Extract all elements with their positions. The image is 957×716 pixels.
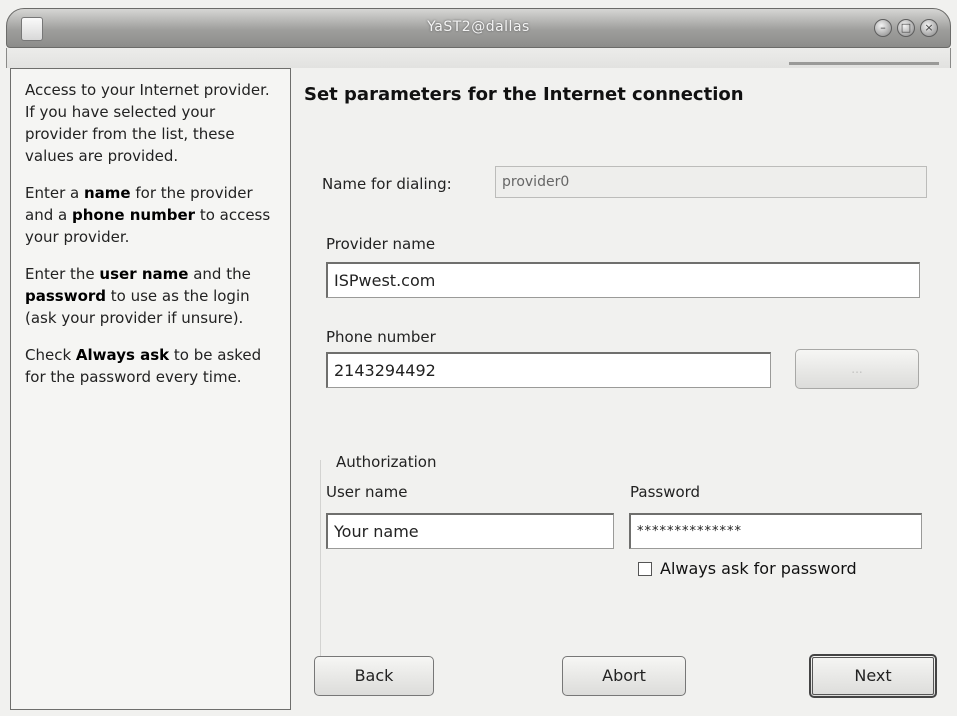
always-ask-label[interactable]: Always ask for password bbox=[660, 559, 857, 578]
help-text: Enter the bbox=[25, 265, 100, 283]
help-panel: Access to your Internet provider. If you… bbox=[10, 68, 291, 710]
phone-options-button[interactable]: ... bbox=[795, 349, 919, 389]
always-ask-checkbox[interactable] bbox=[638, 561, 652, 576]
help-paragraph: Enter the user name and the password to … bbox=[25, 263, 276, 329]
authorization-title: Authorization bbox=[336, 453, 437, 471]
help-keyword: user name bbox=[99, 265, 189, 283]
help-paragraph: Check Always ask to be asked for the pas… bbox=[25, 344, 276, 388]
main-panel: Set parameters for the Internet connecti… bbox=[292, 68, 949, 710]
help-text: Check bbox=[25, 346, 76, 364]
phone-number-input[interactable] bbox=[326, 352, 771, 388]
dial-name-label: Name for dialing: bbox=[322, 175, 452, 193]
title-bar[interactable]: YaST2@dallas – □ × bbox=[6, 8, 951, 48]
decorative-divider bbox=[789, 62, 939, 65]
help-paragraph: Access to your Internet provider. If you… bbox=[25, 79, 276, 167]
window-controls: – □ × bbox=[874, 19, 938, 37]
help-text: and the bbox=[188, 265, 251, 283]
window-top-strip bbox=[6, 48, 951, 68]
help-paragraph: Enter a name for the provider and a phon… bbox=[25, 182, 276, 248]
maximize-icon[interactable]: □ bbox=[897, 19, 915, 37]
help-text: Access to your Internet provider. If you… bbox=[25, 81, 270, 165]
page-title: Set parameters for the Internet connecti… bbox=[304, 84, 744, 105]
help-keyword: name bbox=[84, 184, 131, 202]
user-name-input[interactable] bbox=[326, 513, 614, 549]
user-name-label: User name bbox=[326, 483, 408, 501]
abort-button[interactable]: Abort bbox=[562, 656, 686, 696]
help-text: Enter a bbox=[25, 184, 84, 202]
minimize-icon[interactable]: – bbox=[874, 19, 892, 37]
provider-name-input[interactable] bbox=[326, 262, 920, 298]
password-input[interactable] bbox=[629, 513, 922, 549]
provider-name-label: Provider name bbox=[326, 235, 436, 253]
window-title: YaST2@dallas bbox=[427, 19, 530, 35]
help-keyword: Always ask bbox=[75, 346, 170, 364]
password-label: Password bbox=[630, 483, 701, 501]
back-button[interactable]: Back bbox=[314, 656, 434, 696]
dial-name-field bbox=[495, 166, 927, 198]
next-button[interactable]: Next bbox=[809, 654, 937, 698]
help-keyword: password bbox=[25, 287, 107, 305]
help-keyword: phone number bbox=[71, 206, 196, 224]
phone-number-label: Phone number bbox=[326, 328, 436, 346]
close-icon[interactable]: × bbox=[920, 19, 938, 37]
always-ask-option[interactable]: Always ask for password bbox=[638, 559, 857, 578]
